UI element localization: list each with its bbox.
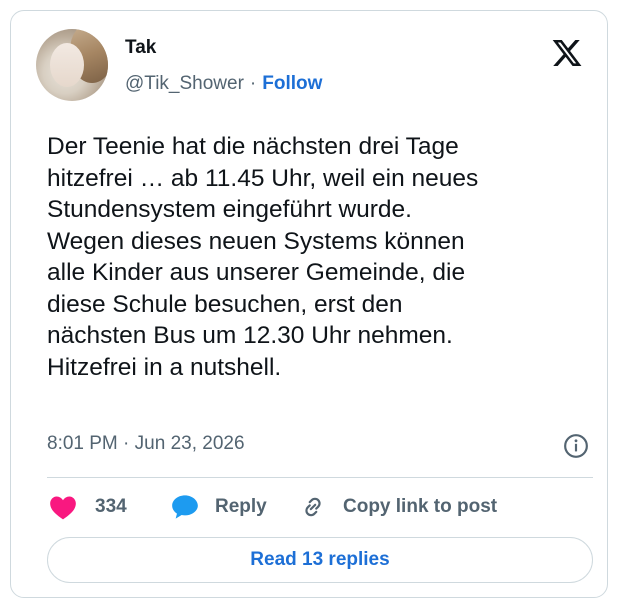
like-count: 334: [95, 496, 127, 517]
handle-separator: ·: [249, 73, 257, 94]
divider: [47, 477, 593, 478]
tweet-timestamp[interactable]: 8:01 PM · Jun 23, 2026: [47, 433, 245, 455]
tweet-time: 8:01 PM: [47, 433, 118, 454]
copy-link-button[interactable]: Copy link to post: [299, 493, 497, 521]
tweet-line: Der Teenie hat die nächsten drei Tage: [47, 133, 459, 160]
author-handle-row: @Tik_Shower · Follow: [125, 73, 322, 95]
avatar[interactable]: [36, 29, 108, 101]
link-icon: [305, 497, 321, 517]
tweet-line: nächsten Bus um 12.30 Uhr nehmen.: [47, 322, 453, 349]
tweet-line: diese Schule besuchen, erst den: [47, 290, 403, 318]
x-logo-icon[interactable]: [551, 37, 583, 69]
like-button[interactable]: 334: [49, 493, 127, 521]
tweet-line: hitzefrei … ab 11.45 Uhr, weil ein neues: [47, 164, 479, 192]
tweet-date: Jun 23, 2026: [134, 433, 245, 454]
heart-icon: [50, 496, 76, 520]
tweet-text: Der Teenie hat die nächsten drei Tage hi…: [47, 131, 587, 383]
follow-link[interactable]: Follow: [262, 73, 322, 94]
reply-button[interactable]: Reply: [171, 493, 267, 521]
reply-label: Reply: [215, 496, 267, 517]
copy-link-label: Copy link to post: [343, 496, 498, 517]
tweet-line: Wegen dieses neuen Systems können: [47, 227, 465, 255]
timestamp-separator: ·: [123, 433, 130, 454]
avatar-face: [50, 43, 84, 87]
tweet-line: Stundensystem eingeführt wurde.: [47, 196, 412, 223]
tweet-card: Tak @Tik_Shower · Follow Der Teenie hat di…: [10, 10, 608, 598]
tweet-line: Hitzefrei in a nutshell.: [47, 353, 282, 381]
author-name[interactable]: Tak: [125, 37, 156, 59]
tweet-line: alle Kinder aus unserer Gemeinde, die: [47, 259, 466, 286]
speech-bubble-icon: [172, 495, 198, 519]
author-handle[interactable]: @Tik_Shower: [125, 73, 244, 94]
info-icon[interactable]: [563, 433, 589, 459]
read-replies-button[interactable]: Read 13 replies: [47, 537, 593, 583]
